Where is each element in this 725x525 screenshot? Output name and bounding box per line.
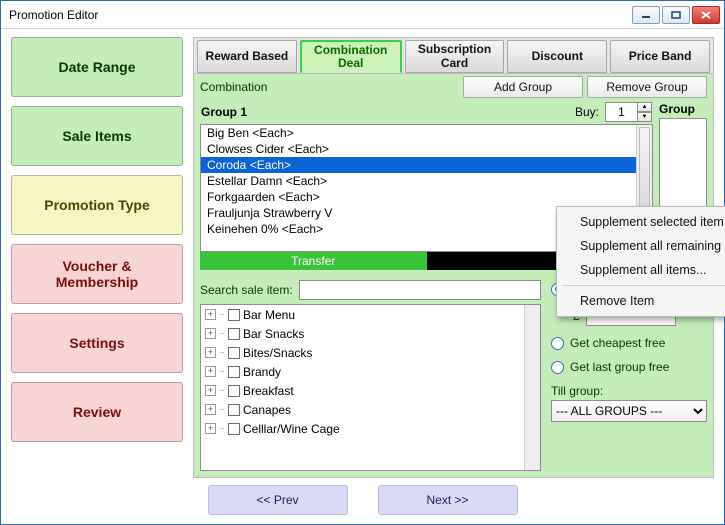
tree-label: Breakfast	[243, 384, 294, 398]
promotion-editor-window: Promotion Editor Date Range Sale Items P…	[0, 0, 725, 525]
tree-row[interactable]: +··· Bar Menu	[201, 305, 540, 324]
checkbox[interactable]	[228, 366, 240, 378]
tab-discount[interactable]: Discount	[507, 40, 607, 73]
promotion-type-tabs: Reward Based Combination Deal Subscripti…	[194, 38, 713, 74]
ctx-supplement-selected[interactable]: Supplement selected item...	[560, 210, 725, 234]
tree-row[interactable]: +··· Celllar/Wine Cage	[201, 419, 540, 438]
ctx-supplement-all[interactable]: Supplement all items...	[560, 258, 725, 282]
radio-last-group-free[interactable]	[551, 361, 564, 374]
tree-label: Bar Menu	[243, 308, 295, 322]
tree-row[interactable]: +··· Breakfast	[201, 381, 540, 400]
buy-quantity-input[interactable]	[605, 102, 637, 122]
expand-icon[interactable]: +	[205, 404, 216, 415]
checkbox[interactable]	[228, 309, 240, 321]
tab-price-band[interactable]: Price Band	[610, 40, 710, 73]
list-item[interactable]: Forkgaarden <Each>	[201, 189, 652, 205]
list-item[interactable]: Clowses Cider <Each>	[201, 141, 652, 157]
next-button[interactable]: Next >>	[378, 485, 518, 515]
buy-quantity-stepper[interactable]: ▲ ▼	[605, 102, 652, 122]
expand-icon[interactable]: +	[205, 328, 216, 339]
cheapest-free-label: Get cheapest free	[570, 336, 665, 350]
wizard-footer: << Prev Next >>	[1, 482, 724, 524]
expand-icon[interactable]: +	[205, 309, 216, 320]
checkbox[interactable]	[228, 385, 240, 397]
tree-row[interactable]: +··· Bites/Snacks	[201, 343, 540, 362]
step-sale-items[interactable]: Sale Items	[11, 106, 183, 166]
expand-icon[interactable]: +	[205, 347, 216, 358]
step-promotion-type[interactable]: Promotion Type	[11, 175, 183, 235]
step-settings[interactable]: Settings	[11, 313, 183, 373]
till-group-label: Till group:	[551, 384, 707, 398]
tab-combination-deal[interactable]: Combination Deal	[300, 40, 402, 73]
checkbox[interactable]	[228, 328, 240, 340]
tree-row[interactable]: +··· Bar Snacks	[201, 324, 540, 343]
expand-icon[interactable]: +	[205, 385, 216, 396]
buy-quantity-up-icon[interactable]: ▲	[637, 102, 652, 112]
window-title: Promotion Editor	[9, 8, 632, 22]
tree-scrollbar[interactable]	[524, 305, 540, 470]
remove-group-button[interactable]: Remove Group	[587, 76, 707, 98]
expand-icon[interactable]: +	[205, 366, 216, 377]
wizard-steps-sidebar: Date Range Sale Items Promotion Type Vou…	[11, 37, 183, 478]
checkbox[interactable]	[228, 347, 240, 359]
tree-connector-icon: ···	[219, 385, 223, 396]
tree-connector-icon: ···	[219, 347, 223, 358]
step-voucher-membership[interactable]: Voucher & Membership	[11, 244, 183, 304]
sale-item-tree[interactable]: +···Bar Menu +···Bar Snacks +···Bites/Sn…	[200, 304, 541, 471]
add-group-button[interactable]: Add Group	[463, 76, 583, 98]
tree-row[interactable]: +··· Brandy	[201, 362, 540, 381]
group1-title: Group 1	[201, 105, 569, 119]
close-button[interactable]	[692, 6, 720, 24]
step-date-range[interactable]: Date Range	[11, 37, 183, 97]
prev-button[interactable]: << Prev	[208, 485, 348, 515]
group2-title: Group	[659, 102, 707, 118]
tree-label: Celllar/Wine Cage	[243, 422, 340, 436]
maximize-button[interactable]	[662, 6, 690, 24]
minimize-button[interactable]	[632, 6, 660, 24]
tree-label: Canapes	[243, 403, 291, 417]
tree-connector-icon: ···	[219, 328, 223, 339]
list-item[interactable]: Coroda <Each>	[201, 157, 652, 173]
list-item[interactable]: Big Ben <Each>	[201, 125, 652, 141]
tree-connector-icon: ···	[219, 366, 223, 377]
tree-label: Bar Snacks	[243, 327, 304, 341]
titlebar: Promotion Editor	[1, 1, 724, 29]
tab-reward-based[interactable]: Reward Based	[197, 40, 297, 73]
list-item[interactable]: Estellar Damn <Each>	[201, 173, 652, 189]
checkbox[interactable]	[228, 404, 240, 416]
tree-connector-icon: ···	[219, 404, 223, 415]
last-group-free-label: Get last group free	[570, 360, 669, 374]
search-label: Search sale item:	[200, 283, 293, 297]
ctx-supplement-remaining[interactable]: Supplement all remaining items...	[560, 234, 725, 258]
search-input[interactable]	[299, 280, 541, 300]
buy-quantity-down-icon[interactable]: ▼	[637, 112, 652, 122]
main-panel: Reward Based Combination Deal Subscripti…	[193, 37, 714, 478]
radio-cheapest-free[interactable]	[551, 337, 564, 350]
combination-heading: Combination	[200, 80, 459, 94]
buy-label: Buy:	[575, 105, 599, 119]
till-group-select[interactable]: --- ALL GROUPS ---	[551, 400, 707, 422]
tree-row[interactable]: +··· Canapes	[201, 400, 540, 419]
tree-connector-icon: ···	[219, 423, 223, 434]
transfer-button[interactable]: Transfer	[200, 252, 427, 270]
step-review[interactable]: Review	[11, 382, 183, 442]
expand-icon[interactable]: +	[205, 423, 216, 434]
group-item-context-menu: Supplement selected item... Supplement a…	[556, 206, 725, 317]
checkbox[interactable]	[228, 423, 240, 435]
tree-connector-icon: ···	[219, 309, 223, 320]
tree-label: Bites/Snacks	[243, 346, 312, 360]
tree-label: Brandy	[243, 365, 281, 379]
tab-subscription-card[interactable]: Subscription Card	[405, 40, 505, 73]
ctx-separator	[562, 285, 725, 286]
ctx-remove-item[interactable]: Remove Item	[560, 289, 725, 313]
